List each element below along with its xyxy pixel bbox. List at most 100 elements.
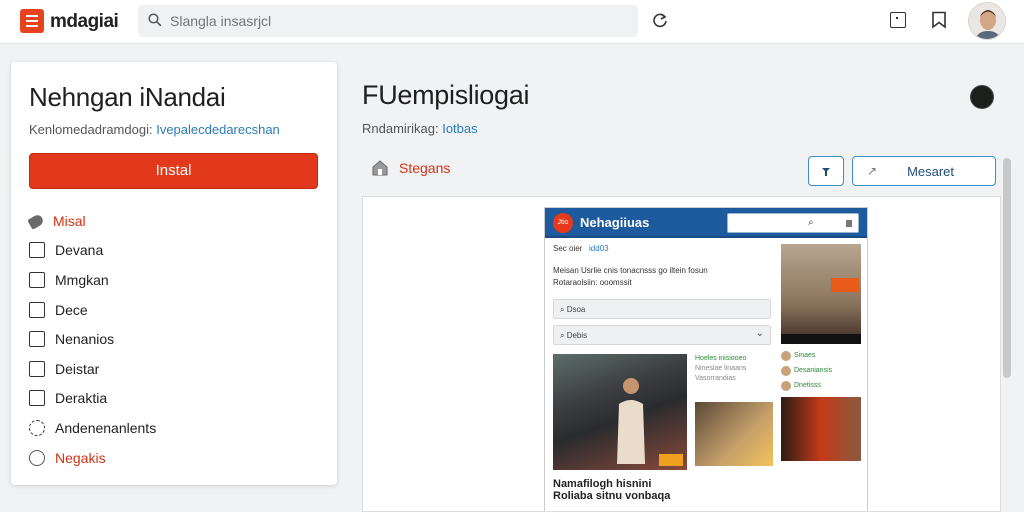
user-avatar[interactable]: [968, 2, 1006, 40]
pin-button[interactable]: [808, 156, 844, 186]
preview-mid-line: Hoeles inisiooeo: [695, 355, 747, 362]
list-item: Dnetisss: [781, 380, 861, 391]
main-title: FUempisliogai: [362, 80, 530, 110]
document-icon: [29, 331, 45, 348]
nav-item-misal[interactable]: Misal: [27, 206, 156, 236]
preview-row2-line1: Meisan Usrlie cnis tonacnsss go iltein f…: [553, 266, 708, 275]
nav-item-nenanios[interactable]: Nenanios: [29, 324, 156, 354]
image-icon: [29, 301, 45, 318]
main-subtitle-link[interactable]: Iotbas: [442, 121, 477, 136]
scrollbar[interactable]: [1003, 158, 1011, 378]
gear-icon: [29, 419, 45, 436]
preview-row1-left: Sec oier: [553, 244, 583, 253]
preview-list: Sinaes Desaniansis Dnetisss: [781, 350, 861, 391]
app-title: Nehngan iNandai: [29, 82, 226, 112]
preview-row2: Meisan Usrlie cnis tonacnsss go iltein f…: [553, 265, 775, 289]
square-icon: [29, 360, 45, 377]
nav-item-andenenanlents[interactable]: Andenenanlents: [29, 413, 156, 443]
preview-search-field: ⌕ Dsoa: [553, 299, 771, 319]
nav-item-deistar[interactable]: Deistar: [29, 354, 156, 384]
preview-photo-secondary: [695, 402, 773, 466]
list-item-label: Dnetisss: [794, 382, 821, 389]
preview-search-label: Dsoa: [566, 305, 586, 314]
menu-icon[interactable]: [20, 9, 44, 33]
preview-caption-line1: Namafilogh hisnini: [553, 478, 652, 490]
store-link[interactable]: Stegans: [371, 160, 450, 176]
preview-row2-line2: Rotaraolsiin: ooomssit: [553, 278, 632, 287]
screenshot-preview: Jtio Nehagiiuas ⌕ Sec oier idd03 Meisan …: [362, 196, 1001, 512]
search-icon: [148, 13, 162, 27]
avatar-image: [969, 3, 1005, 39]
list-item: Desaniansis: [781, 365, 861, 376]
chat-icon: [29, 449, 45, 466]
preview-row1: Sec oier idd03: [553, 244, 775, 253]
nav-item-mmgkan[interactable]: Mmgkan: [29, 265, 156, 295]
avatar: [781, 350, 791, 361]
subtitle-label: Kenlomedadramdogi:: [29, 122, 153, 137]
nav-label: Negakis: [55, 449, 106, 466]
preview-select-label: Debis: [566, 331, 588, 340]
checkbox-icon: [29, 242, 45, 259]
preview-trash-icon: [846, 220, 852, 227]
main-subtitle-label: Rndamirikag:: [362, 121, 439, 136]
open-button[interactable]: ↗ Mesaret: [852, 156, 996, 186]
ad-footer: [781, 334, 861, 344]
nav-label: Dece: [55, 301, 88, 318]
person-image: [617, 378, 645, 464]
preview-logo: Jtio: [553, 213, 573, 233]
profile-dot-icon[interactable]: [970, 85, 994, 109]
install-button[interactable]: Instal: [29, 153, 318, 189]
bookmark-icon[interactable]: [931, 11, 947, 29]
search-bar[interactable]: [138, 5, 638, 37]
nav-item-dece[interactable]: Dece: [29, 295, 156, 325]
brand-name[interactable]: mdagiai: [50, 11, 119, 33]
side-nav: Misal Devana Mmgkan Dece Nenanios Deista…: [27, 206, 156, 473]
main-subtitle: Rndamirikag: Iotbas: [362, 121, 478, 136]
preview-mid-text: Hoeles inisiooeo Ninesiae linaans Vasorr…: [695, 354, 773, 384]
open-button-label: Mesaret: [907, 163, 955, 179]
nav-label: Devana: [55, 242, 104, 259]
nav-label: Misal: [53, 212, 86, 229]
preview-row1-right: idd03: [589, 244, 609, 253]
nav-label: Andenenanlents: [55, 419, 157, 436]
list-item: Sinaes: [781, 350, 861, 361]
external-link-icon: ↗: [867, 164, 878, 178]
preview-ad-secondary: [781, 397, 861, 461]
square-icon: [29, 390, 45, 407]
nav-item-negakis[interactable]: Negakis: [29, 443, 156, 473]
avatar: [781, 380, 791, 391]
edit-icon: [29, 271, 45, 288]
nav-label: Mmgkan: [55, 271, 109, 288]
preview-mid-line: Ninesiae linaans: [695, 365, 747, 372]
preview-sidebar: Sinaes Desaniansis Dnetisss: [781, 244, 861, 461]
window-icon[interactable]: [890, 12, 906, 28]
nav-label: Deraktia: [55, 390, 108, 407]
preview-mid-line: Vasorrandias: [695, 375, 736, 382]
nav-label: Deistar: [55, 360, 100, 377]
preview-search: ⌕: [727, 213, 859, 233]
subtitle-link[interactable]: Ivepalecdedarecshan: [156, 122, 280, 137]
app-subtitle: Kenlomedadramdogi: Ivepalecdedarecshan: [29, 122, 280, 137]
preview-caption-line2: Roliaba sitnu vonbaqa: [553, 490, 671, 502]
nav-item-devana[interactable]: Devana: [29, 236, 156, 266]
list-item-label: Sinaes: [794, 352, 816, 359]
refresh-icon[interactable]: [651, 11, 669, 29]
photo-tag: [659, 454, 683, 466]
preview-photo-main: [553, 354, 687, 470]
preview-header: Jtio Nehagiiuas ⌕: [545, 208, 867, 238]
preview-ad: [781, 244, 861, 344]
ad-badge: [831, 278, 859, 292]
tag-icon: [27, 213, 45, 231]
app-info-card: Nehngan iNandai Kenlomedadramdogi: Ivepa…: [11, 62, 337, 485]
nav-item-deraktia[interactable]: Deraktia: [29, 384, 156, 414]
preview-screenshot: Jtio Nehagiiuas ⌕ Sec oier idd03 Meisan …: [544, 207, 868, 511]
preview-search-icon: ⌕: [808, 217, 814, 228]
preview-brand: Nehagiiuas: [580, 215, 650, 230]
preview-select: ⌕ Debis: [553, 325, 771, 345]
list-item-label: Desaniansis: [794, 367, 833, 374]
preview-caption: Namafilogh hisnini Roliaba sitnu vonbaqa: [553, 478, 687, 502]
nav-label: Nenanios: [55, 331, 115, 348]
store-label: Stegans: [399, 160, 451, 176]
store-icon: [372, 160, 388, 176]
search-input[interactable]: [170, 11, 610, 31]
